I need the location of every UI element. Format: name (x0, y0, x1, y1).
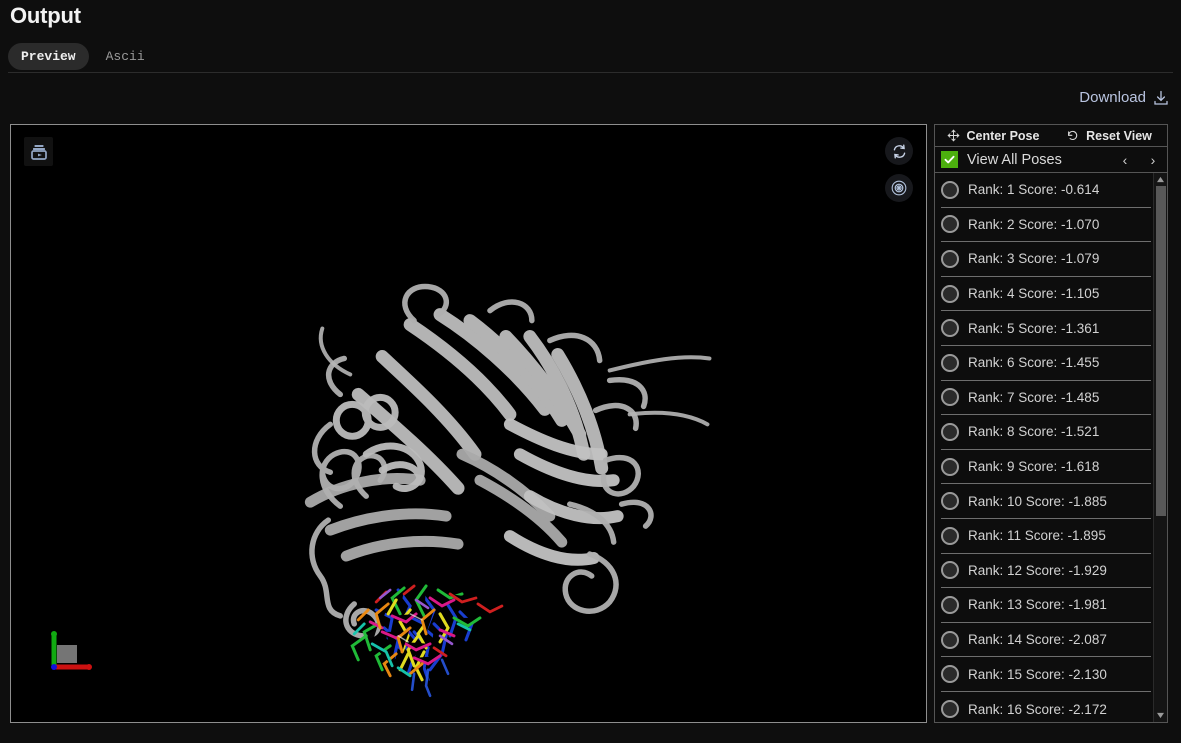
pose-list-scrollbar[interactable] (1153, 173, 1167, 722)
chevron-down-icon (1156, 712, 1165, 719)
globe-sphere-icon (890, 179, 908, 197)
pose-list-item[interactable]: Rank: 6 Score: -1.455 (941, 346, 1151, 381)
pose-list-item[interactable]: Rank: 7 Score: -1.485 (941, 381, 1151, 416)
center-pose-button[interactable]: Center Pose (935, 125, 1051, 146)
screenshot-capture-icon (29, 142, 49, 162)
page-title: Output (10, 3, 81, 29)
capture-screenshot-button[interactable] (24, 137, 53, 166)
pose-label: Rank: 8 Score: -1.521 (968, 424, 1099, 439)
pose-label: Rank: 16 Score: -2.172 (968, 702, 1107, 717)
pose-side-panel: Center Pose Reset View View All Poses ‹ … (934, 124, 1168, 723)
pose-list-item[interactable]: Rank: 14 Score: -2.087 (941, 623, 1151, 658)
panel-toolbar: Center Pose Reset View (934, 124, 1168, 147)
pose-radio-button[interactable] (941, 458, 959, 476)
molecule-canvas[interactable] (11, 125, 926, 723)
reset-view-button[interactable]: Reset View (1051, 125, 1167, 146)
pose-list-item[interactable]: Rank: 9 Score: -1.618 (941, 450, 1151, 485)
pose-radio-button[interactable] (941, 631, 959, 649)
pose-list-item[interactable]: Rank: 11 Score: -1.895 (941, 519, 1151, 554)
download-button[interactable]: Download (1079, 89, 1169, 106)
pose-radio-button[interactable] (941, 319, 959, 337)
scrollbar-thumb[interactable] (1156, 186, 1166, 516)
download-icon (1153, 90, 1169, 106)
pose-radio-button[interactable] (941, 561, 959, 579)
header-divider (8, 72, 1173, 73)
pose-label: Rank: 11 Score: -1.895 (968, 528, 1106, 543)
pose-list-item[interactable]: Rank: 1 Score: -0.614 (941, 173, 1151, 208)
pose-radio-button[interactable] (941, 665, 959, 683)
view-all-poses-row[interactable]: View All Poses ‹ › (934, 147, 1168, 173)
rotate-refresh-button[interactable] (885, 137, 913, 165)
pose-radio-button[interactable] (941, 181, 959, 199)
pose-list-item[interactable]: Rank: 4 Score: -1.105 (941, 277, 1151, 312)
scrollbar-track[interactable] (1154, 186, 1167, 709)
pose-radio-button[interactable] (941, 700, 959, 718)
download-label: Download (1079, 89, 1146, 106)
pose-label: Rank: 14 Score: -2.087 (968, 632, 1107, 647)
pose-label: Rank: 1 Score: -0.614 (968, 182, 1099, 197)
view-all-poses-label: View All Poses (967, 152, 1111, 168)
molecule-viewer[interactable] (10, 124, 927, 723)
pose-list-item[interactable]: Rank: 3 Score: -1.079 (941, 242, 1151, 277)
pose-label: Rank: 4 Score: -1.105 (968, 286, 1099, 301)
tab-ascii[interactable]: Ascii (93, 43, 158, 70)
pose-radio-button[interactable] (941, 527, 959, 545)
pose-label: Rank: 13 Score: -1.981 (968, 597, 1107, 612)
scroll-up-button[interactable] (1154, 173, 1167, 186)
pose-label: Rank: 15 Score: -2.130 (968, 667, 1107, 682)
pose-radio-button[interactable] (941, 596, 959, 614)
pose-list[interactable]: Rank: 1 Score: -0.614 Rank: 2 Score: -1.0… (935, 173, 1153, 722)
move-crosshair-icon (947, 129, 960, 142)
pose-list-item[interactable]: Rank: 15 Score: -2.130 (941, 657, 1151, 692)
pose-radio-button[interactable] (941, 388, 959, 406)
axis-orientation-widget (45, 627, 105, 679)
pose-list-item[interactable]: Rank: 5 Score: -1.361 (941, 311, 1151, 346)
pose-radio-button[interactable] (941, 492, 959, 510)
pose-radio-button[interactable] (941, 423, 959, 441)
scroll-down-button[interactable] (1154, 709, 1167, 722)
pose-label: Rank: 12 Score: -1.929 (968, 563, 1107, 578)
pose-radio-button[interactable] (941, 285, 959, 303)
center-pose-label: Center Pose (967, 129, 1040, 143)
pose-list-item[interactable]: Rank: 16 Score: -2.172 (941, 692, 1151, 722)
pose-label: Rank: 7 Score: -1.485 (968, 390, 1099, 405)
view-all-poses-checkbox[interactable] (941, 151, 958, 168)
tab-bar: Preview Ascii (8, 43, 158, 70)
pose-label: Rank: 2 Score: -1.070 (968, 217, 1099, 232)
pose-label: Rank: 10 Score: -1.885 (968, 494, 1107, 509)
pose-radio-button[interactable] (941, 215, 959, 233)
pose-list-item[interactable]: Rank: 13 Score: -1.981 (941, 588, 1151, 623)
pose-label: Rank: 9 Score: -1.618 (968, 459, 1099, 474)
pose-list-item[interactable]: Rank: 12 Score: -1.929 (941, 554, 1151, 589)
pose-list-item[interactable]: Rank: 8 Score: -1.521 (941, 415, 1151, 450)
pose-label: Rank: 5 Score: -1.361 (968, 321, 1099, 336)
pose-radio-button[interactable] (941, 354, 959, 372)
rotate-refresh-icon (891, 143, 908, 160)
next-pose-button[interactable]: › (1139, 152, 1167, 168)
sphere-view-button[interactable] (885, 174, 913, 202)
checkmark-icon (943, 153, 956, 166)
pose-label: Rank: 3 Score: -1.079 (968, 251, 1099, 266)
pose-list-item[interactable]: Rank: 2 Score: -1.070 (941, 208, 1151, 243)
prev-pose-button[interactable]: ‹ (1111, 152, 1139, 168)
pose-list-item[interactable]: Rank: 10 Score: -1.885 (941, 484, 1151, 519)
pose-label: Rank: 6 Score: -1.455 (968, 355, 1099, 370)
reset-view-label: Reset View (1086, 129, 1152, 143)
chevron-up-icon (1156, 176, 1165, 183)
undo-rotate-icon (1066, 129, 1079, 142)
pose-radio-button[interactable] (941, 250, 959, 268)
pose-list-container: Rank: 1 Score: -0.614 Rank: 2 Score: -1.0… (934, 173, 1168, 723)
tab-preview[interactable]: Preview (8, 43, 89, 70)
